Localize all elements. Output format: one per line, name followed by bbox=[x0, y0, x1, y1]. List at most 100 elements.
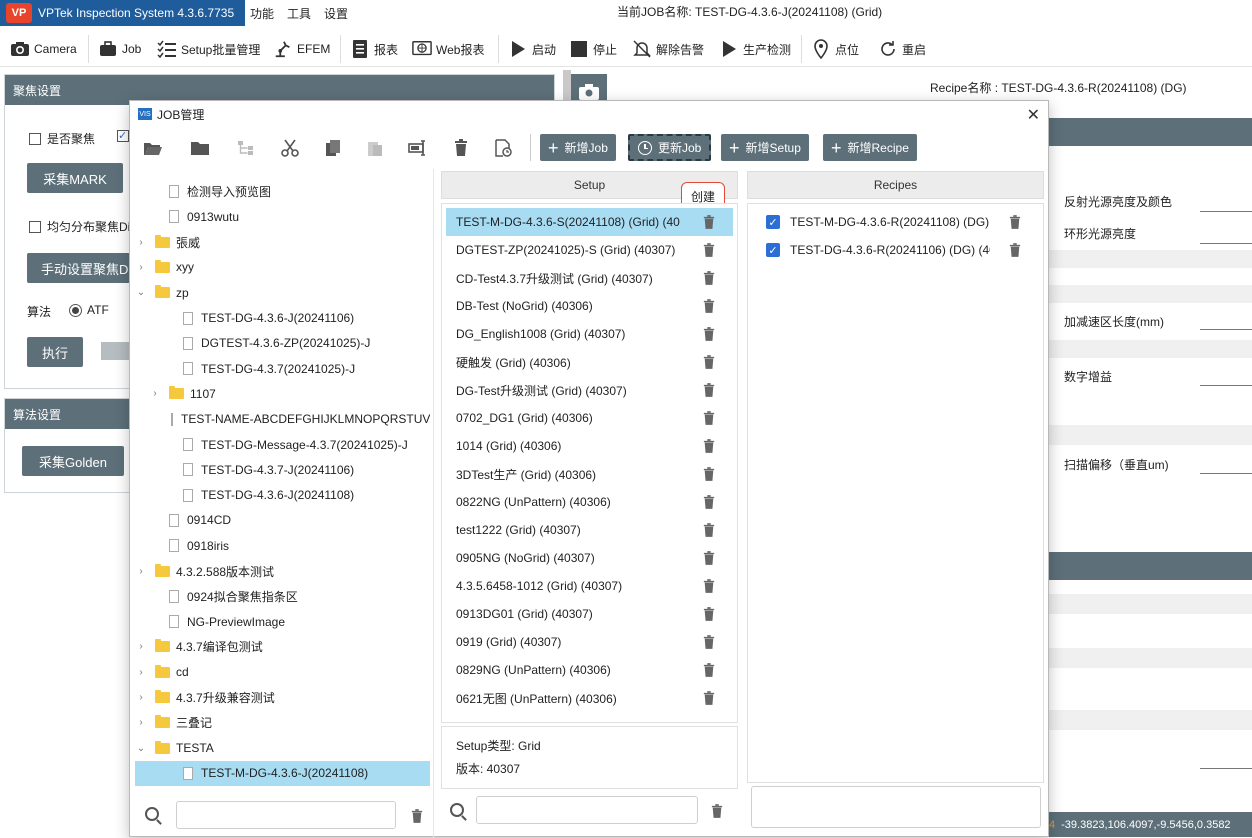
trash-icon[interactable] bbox=[703, 522, 715, 537]
trash-icon[interactable] bbox=[703, 662, 715, 677]
open-folder-icon[interactable] bbox=[141, 136, 165, 160]
collect-mark-button[interactable]: 采集MARK bbox=[27, 163, 123, 193]
tree-structure-icon[interactable] bbox=[234, 136, 258, 160]
recipe-list-item[interactable]: ✓ TEST-DG-4.3.6-R(20241106) (DG) (40307) bbox=[752, 236, 1039, 264]
trash-icon[interactable] bbox=[703, 298, 715, 313]
trash-icon[interactable] bbox=[703, 550, 715, 565]
update-job-button[interactable]: 更新Job bbox=[628, 134, 712, 161]
recipe-list-item[interactable]: ✓ TEST-M-DG-4.3.6-R(20241108) (DG) (40307… bbox=[752, 208, 1039, 236]
focus-checkbox[interactable]: 是否聚焦 bbox=[29, 130, 95, 147]
trash-icon[interactable] bbox=[703, 326, 715, 341]
camera-button[interactable]: Camera bbox=[10, 37, 77, 61]
chevron-right-icon[interactable]: › bbox=[135, 717, 147, 728]
new-job-button[interactable]: + 新增Job bbox=[540, 134, 616, 161]
trash-icon[interactable] bbox=[703, 270, 715, 285]
chevron-right-icon[interactable]: › bbox=[135, 692, 147, 703]
trash-icon[interactable] bbox=[703, 578, 715, 593]
trash-icon[interactable] bbox=[703, 466, 715, 481]
tree-folder-item[interactable]: ⌄ TESTA bbox=[135, 736, 430, 761]
new-recipe-button[interactable]: + 新增Recipe bbox=[823, 134, 917, 161]
tree-folder-item[interactable]: ⌄ zp bbox=[135, 280, 430, 305]
setup-list-item[interactable]: 硬触发 (Grid) (40306) bbox=[446, 348, 733, 376]
close-icon[interactable]: ✕ bbox=[1027, 105, 1040, 125]
collect-golden-button[interactable]: 采集Golden bbox=[22, 446, 124, 476]
field-gain-input[interactable] bbox=[1200, 385, 1252, 386]
setup-batch-button[interactable]: Setup批量管理 bbox=[157, 37, 260, 61]
reset-button[interactable]: 重启 bbox=[878, 37, 926, 61]
trash-icon[interactable] bbox=[1009, 214, 1021, 229]
tree-job-item[interactable]: 0913wutu bbox=[135, 204, 430, 229]
setup-delete-icon[interactable] bbox=[711, 803, 723, 818]
chevron-down-icon[interactable]: ⌄ bbox=[135, 287, 147, 298]
chevron-right-icon[interactable]: › bbox=[135, 262, 147, 273]
tree-job-item[interactable]: TEST-DG-4.3.6-J(20241106) bbox=[135, 306, 430, 331]
tree-job-item[interactable]: TEST-DG-4.3.6-J(20241108) bbox=[135, 483, 430, 508]
checked-box-icon[interactable]: ✓ bbox=[117, 130, 129, 142]
tree-job-item[interactable]: NG-PreviewImage bbox=[135, 609, 430, 634]
chevron-right-icon[interactable]: › bbox=[135, 667, 147, 678]
checkbox-icon[interactable]: ✓ bbox=[766, 243, 780, 257]
setup-list-item[interactable]: CD-Test4.3.7升级测试 (Grid) (40307) bbox=[446, 264, 733, 292]
tree-folder-item[interactable]: › xyy bbox=[135, 255, 430, 280]
setup-list-item[interactable]: 0702_DG1 (Grid) (40306) bbox=[446, 404, 733, 432]
tree-job-item[interactable]: 0918iris bbox=[135, 533, 430, 558]
chevron-right-icon[interactable]: › bbox=[135, 566, 147, 577]
folder-icon[interactable] bbox=[188, 136, 212, 160]
report-button[interactable]: 报表 bbox=[350, 37, 398, 61]
setup-list-item[interactable]: DB-Test (NoGrid) (40306) bbox=[446, 292, 733, 320]
setup-list-item[interactable]: test1222 (Grid) (40307) bbox=[446, 516, 733, 544]
trash-icon[interactable] bbox=[703, 410, 715, 425]
setup-list-item[interactable]: 4.3.5.6458-1012 (Grid) (40307) bbox=[446, 572, 733, 600]
tree-job-item[interactable]: 0924拟合聚焦指条区 bbox=[135, 584, 430, 609]
tree-folder-item[interactable]: › 1107 bbox=[135, 381, 430, 406]
stop-button[interactable]: 停止 bbox=[569, 37, 617, 61]
tree-job-item[interactable]: DGTEST-4.3.6-ZP(20241025)-J bbox=[135, 331, 430, 356]
clear-alarm-button[interactable]: 解除告警 bbox=[632, 37, 704, 61]
menu-function[interactable]: 功能 bbox=[250, 5, 274, 22]
setup-search-icon[interactable] bbox=[450, 803, 464, 817]
rename-icon[interactable] bbox=[406, 136, 430, 160]
menu-tools[interactable]: 工具 bbox=[287, 5, 311, 22]
efem-button[interactable]: EFEM bbox=[273, 37, 330, 61]
trash-icon[interactable] bbox=[449, 136, 473, 160]
tree-search-icon[interactable] bbox=[145, 807, 159, 821]
production-button[interactable]: 生产检测 bbox=[719, 37, 791, 61]
tree-folder-item[interactable]: › 張威 bbox=[135, 230, 430, 255]
setup-list-item[interactable]: 3DTest生产 (Grid) (40306) bbox=[446, 460, 733, 488]
checkbox-icon[interactable]: ✓ bbox=[766, 215, 780, 229]
trash-icon[interactable] bbox=[703, 438, 715, 453]
field-ring-input[interactable] bbox=[1200, 243, 1252, 244]
trash-icon[interactable] bbox=[703, 634, 715, 649]
tree-folder-item[interactable]: › cd bbox=[135, 660, 430, 685]
copy-icon[interactable] bbox=[321, 136, 345, 160]
chevron-down-icon[interactable]: ⌄ bbox=[135, 743, 147, 754]
setup-list-item[interactable]: 0822NG (UnPattern) (40306) bbox=[446, 488, 733, 516]
setup-list-item[interactable]: 0919 (Grid) (40307) bbox=[446, 628, 733, 656]
chevron-right-icon[interactable]: › bbox=[149, 388, 161, 399]
setup-list-item[interactable]: 0621无图 (UnPattern) (40306) bbox=[446, 684, 733, 712]
trash-icon[interactable] bbox=[703, 690, 715, 705]
tree-folder-item[interactable]: › 4.3.7升级兼容测试 bbox=[135, 685, 430, 710]
tree-folder-item[interactable]: › 三叠记 bbox=[135, 710, 430, 735]
setup-list-item[interactable]: TEST-M-DG-4.3.6-S(20241108) (Grid) (4030… bbox=[446, 208, 733, 236]
point-button[interactable]: 点位 bbox=[811, 37, 859, 61]
new-setup-button[interactable]: + 新增Setup bbox=[721, 134, 809, 161]
tree-delete-icon[interactable] bbox=[411, 808, 423, 823]
setup-list-item[interactable]: DG-Test升级测试 (Grid) (40307) bbox=[446, 376, 733, 404]
tree-job-item[interactable]: 0914CD bbox=[135, 508, 430, 533]
field-scan-input[interactable] bbox=[1200, 473, 1252, 474]
start-button[interactable]: 启动 bbox=[508, 37, 556, 61]
setup-search-input[interactable] bbox=[476, 796, 698, 824]
trash-icon[interactable] bbox=[703, 494, 715, 509]
setup-list-item[interactable]: 0829NG (UnPattern) (40306) bbox=[446, 656, 733, 684]
setup-list-item[interactable]: 1014 (Grid) (40306) bbox=[446, 432, 733, 460]
trash-icon[interactable] bbox=[703, 242, 715, 257]
history-file-icon[interactable] bbox=[491, 136, 515, 160]
setup-list-item[interactable]: 0905NG (NoGrid) (40307) bbox=[446, 544, 733, 572]
setup-list-item[interactable]: DGTEST-ZP(20241025)-S (Grid) (40307) bbox=[446, 236, 733, 264]
trash-icon[interactable] bbox=[1009, 242, 1021, 257]
paste-icon[interactable] bbox=[363, 136, 387, 160]
setup-list-item[interactable]: 0913DG01 (Grid) (40307) bbox=[446, 600, 733, 628]
cut-icon[interactable] bbox=[278, 136, 302, 160]
tree-job-item[interactable]: TEST-DG-4.3.7-J(20241106) bbox=[135, 457, 430, 482]
